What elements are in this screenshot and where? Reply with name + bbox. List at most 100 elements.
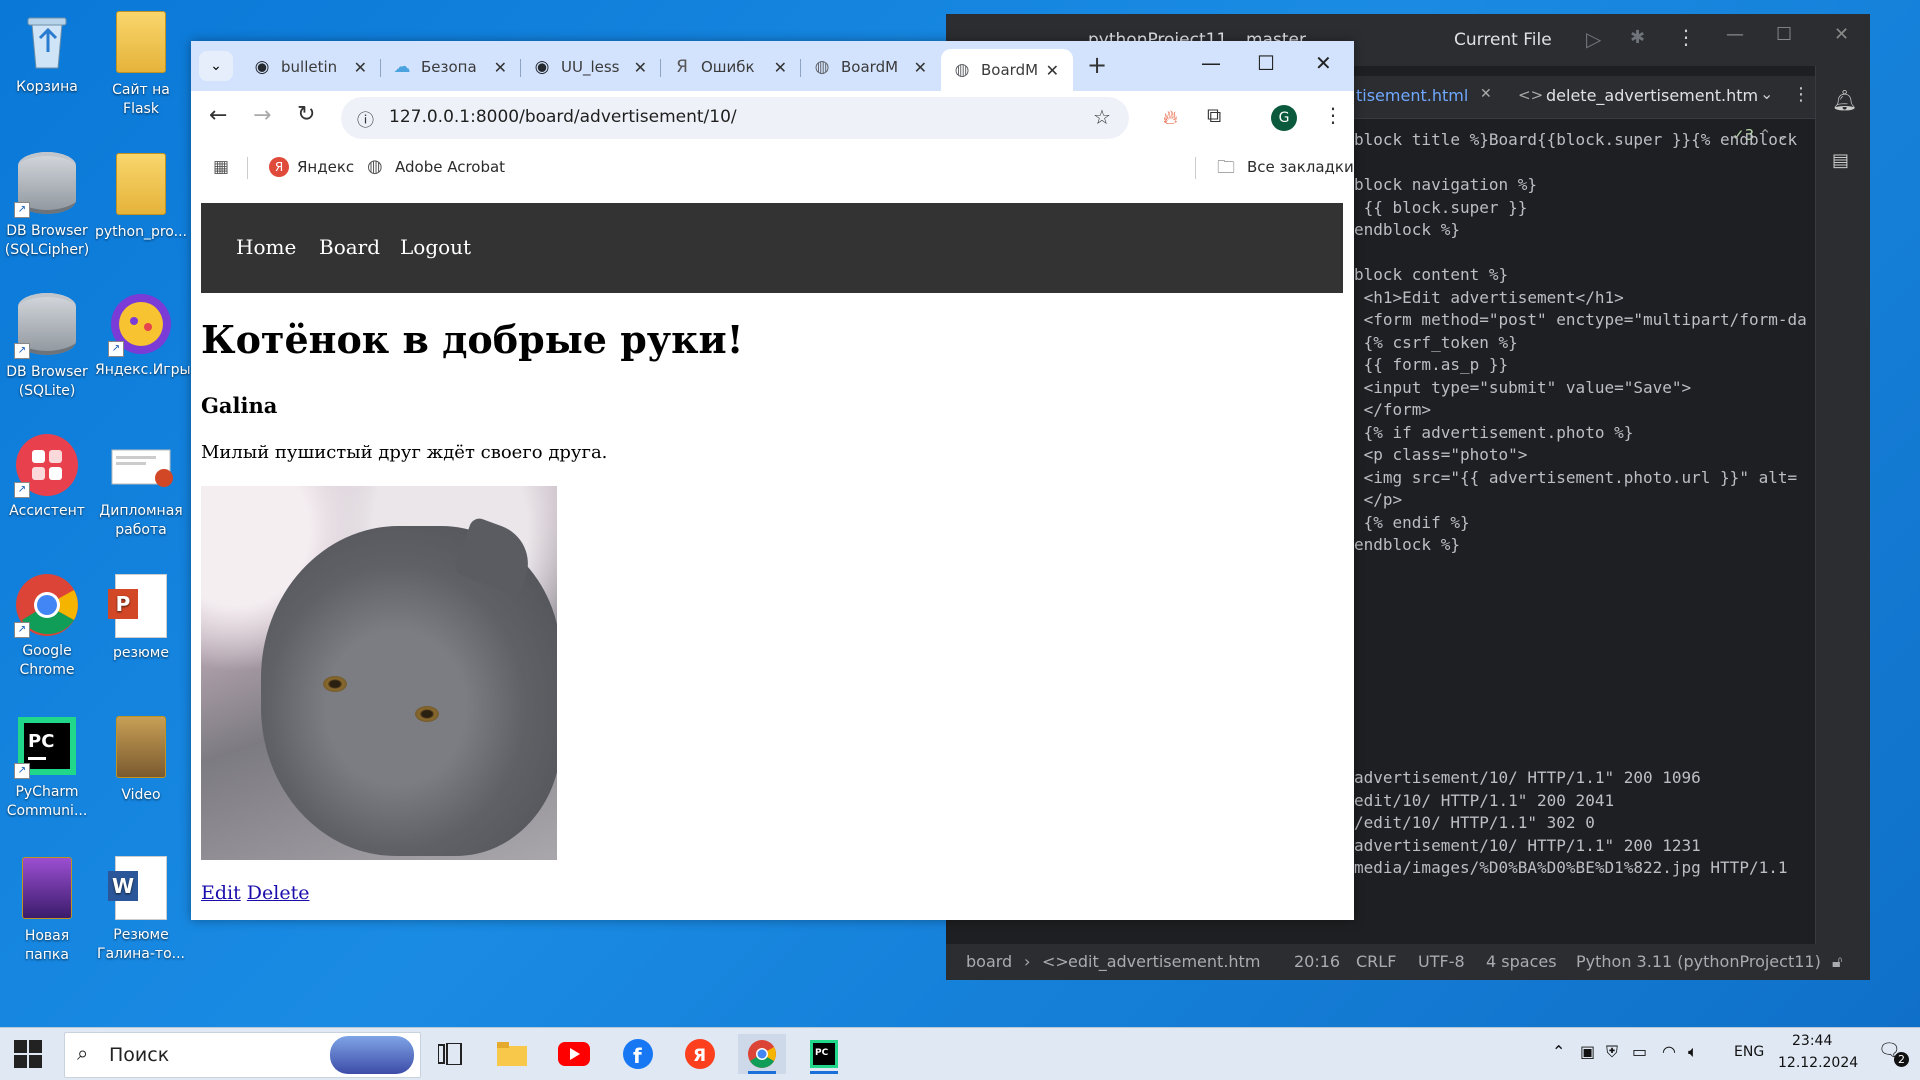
status-interpreter[interactable]: Python 3.11 (pythonProject11) bbox=[1576, 952, 1821, 971]
close-icon[interactable]: ✕ bbox=[494, 58, 507, 77]
tab-search-button[interactable]: ⌄ bbox=[199, 51, 233, 81]
code-line[interactable]: <form method="post" enctype="multipart/f… bbox=[1354, 310, 1807, 329]
yandex-browser-icon[interactable]: Я bbox=[676, 1034, 724, 1074]
close-icon[interactable]: ✕ bbox=[1480, 86, 1492, 102]
pycharm-taskbar-icon[interactable]: PC bbox=[800, 1034, 848, 1074]
debug-icon[interactable]: ✱ bbox=[1630, 27, 1645, 48]
chevron-down-icon[interactable]: ⌄ bbox=[1760, 84, 1773, 103]
nav-board-link[interactable]: Board bbox=[319, 235, 380, 259]
code-line[interactable]: {% if advertisement.photo %} bbox=[1354, 423, 1634, 442]
minimize-icon[interactable]: — bbox=[1201, 51, 1221, 75]
toolbox-icon[interactable]: ▤ bbox=[1832, 150, 1849, 171]
desktop-icon-google-chrome[interactable]: ↗ Google Chrome bbox=[1, 572, 93, 680]
nav-home-link[interactable]: Home bbox=[236, 235, 296, 259]
desktop-icon-recycle-bin[interactable]: Корзина bbox=[1, 8, 93, 97]
desktop-icon-db-browser-sqlite[interactable]: ↗ DB Browser (SQLite) bbox=[1, 291, 93, 401]
all-bookmarks[interactable]: Все закладки bbox=[1247, 158, 1354, 176]
status-encoding[interactable]: UTF-8 bbox=[1418, 952, 1465, 971]
clock-time[interactable]: 23:44 bbox=[1792, 1033, 1832, 1049]
code-line[interactable]: block navigation %} bbox=[1354, 175, 1537, 194]
close-icon[interactable]: ✕ bbox=[1315, 51, 1332, 75]
desktop-icon-new-folder[interactable]: Новая папка bbox=[1, 854, 93, 965]
url-text[interactable]: 127.0.0.1:8000/board/advertisement/10/ bbox=[389, 107, 737, 127]
status-line-separator[interactable]: CRLF bbox=[1356, 952, 1396, 971]
desktop-icon-python-pro[interactable]: python_pro... bbox=[95, 150, 187, 242]
close-icon[interactable]: ✕ bbox=[1046, 61, 1059, 80]
status-breadcrumb-file[interactable]: edit_advertisement.htm bbox=[1068, 952, 1260, 971]
close-icon[interactable]: ✕ bbox=[774, 58, 787, 77]
chrome-menu-icon[interactable]: ⋮ bbox=[1323, 103, 1343, 127]
chrome-taskbar-icon[interactable] bbox=[738, 1034, 786, 1074]
desktop-icon-db-browser-sqlcipher[interactable]: ↗ DB Browser (SQLCipher) bbox=[1, 150, 93, 260]
file-explorer-icon[interactable] bbox=[488, 1034, 536, 1074]
extensions-icon[interactable]: ⧉ bbox=[1207, 103, 1221, 127]
close-icon[interactable]: ✕ bbox=[634, 58, 647, 77]
maximize-icon[interactable]: ☐ bbox=[1257, 51, 1275, 75]
browser-tab[interactable]: ◉ bulletin ✕ bbox=[241, 49, 381, 85]
desktop-icon-video[interactable]: Video bbox=[95, 713, 187, 805]
code-line[interactable]: block content %} bbox=[1354, 265, 1508, 284]
maximize-icon[interactable]: ☐ bbox=[1776, 24, 1792, 45]
facebook-icon[interactable]: f bbox=[614, 1034, 662, 1074]
code-line[interactable]: endblock %} bbox=[1354, 535, 1460, 554]
more-icon[interactable]: ⋮ bbox=[1676, 25, 1696, 49]
security-icon[interactable]: ⛨ bbox=[1606, 1042, 1618, 1062]
clock-date[interactable]: 12.12.2024 bbox=[1778, 1055, 1858, 1071]
address-bar[interactable]: ⓘ 127.0.0.1:8000/board/advertisement/10/… bbox=[341, 97, 1129, 139]
minimize-icon[interactable]: — bbox=[1726, 24, 1744, 45]
task-view-icon[interactable] bbox=[426, 1034, 474, 1074]
desktop-icon-assistant[interactable]: ↗ Ассистент bbox=[1, 432, 93, 521]
ide-run-config[interactable]: Current File bbox=[1454, 30, 1552, 50]
notification-icon[interactable]: 🔔︎ bbox=[1832, 88, 1857, 112]
close-icon[interactable]: ✕ bbox=[1834, 24, 1849, 45]
desktop-icon-resume-pptx[interactable]: P резюме bbox=[95, 572, 187, 663]
bookmark-star-icon[interactable]: ☆ bbox=[1093, 105, 1111, 129]
browser-tab[interactable]: Я Ошибк ✕ bbox=[661, 49, 801, 85]
code-line[interactable]: {{ block.super }} bbox=[1354, 198, 1528, 217]
desktop-icon-resume-docx[interactable]: W Резюме Галина-то... bbox=[95, 854, 187, 964]
run-icon[interactable]: ▷ bbox=[1586, 27, 1601, 51]
volume-icon[interactable]: 🔈︎ bbox=[1688, 1042, 1698, 1062]
desktop-icon-diploma[interactable]: Дипломная работа bbox=[95, 432, 187, 540]
code-line[interactable]: endblock %} bbox=[1354, 220, 1460, 239]
status-indent[interactable]: 4 spaces bbox=[1486, 952, 1557, 971]
ide-tab[interactable]: delete_advertisement.htm bbox=[1546, 86, 1758, 105]
reload-icon[interactable]: ↻ bbox=[297, 102, 315, 127]
device-icon[interactable]: ▣ bbox=[1580, 1042, 1595, 1061]
apps-grid-icon[interactable]: ▦ bbox=[213, 157, 229, 177]
browser-tab[interactable]: ◉ UU_less ✕ bbox=[521, 49, 661, 85]
youtube-icon[interactable] bbox=[550, 1034, 598, 1074]
bookmark-adobe-acrobat[interactable]: Adobe Acrobat bbox=[395, 158, 505, 176]
code-line[interactable]: {% csrf_token %} bbox=[1354, 333, 1518, 352]
browser-tab[interactable]: ◍ BoardM ✕ bbox=[801, 49, 941, 85]
code-line[interactable]: </p> bbox=[1354, 490, 1403, 509]
desktop-icon-yandex-games[interactable]: ↗ Яндекс.Игры bbox=[95, 291, 191, 380]
language-indicator[interactable]: ENG bbox=[1734, 1044, 1764, 1060]
code-line[interactable]: <img src="{{ advertisement.photo.url }}"… bbox=[1354, 468, 1797, 487]
lock-icon[interactable]: 🔓︎ bbox=[1832, 952, 1842, 972]
code-line[interactable]: <p class="photo"> bbox=[1354, 445, 1528, 464]
back-icon[interactable]: ← bbox=[209, 103, 227, 128]
browser-tab[interactable]: ☁ Безопа ✕ bbox=[381, 49, 521, 85]
close-icon[interactable]: ✕ bbox=[354, 58, 367, 77]
code-line[interactable]: <h1>Edit advertisement</h1> bbox=[1354, 288, 1624, 307]
new-tab-button[interactable]: + bbox=[1087, 51, 1107, 79]
ide-tab-active[interactable]: tisement.html bbox=[1356, 86, 1468, 105]
chevron-up-icon[interactable]: ⌃ bbox=[1552, 1042, 1565, 1061]
code-line[interactable]: {{ form.as_p }} bbox=[1354, 355, 1509, 374]
profile-avatar[interactable]: G bbox=[1271, 105, 1297, 131]
more-icon[interactable]: ⋮ bbox=[1792, 84, 1810, 105]
site-info-icon[interactable]: ⓘ bbox=[357, 106, 374, 131]
yandex-extension-icon[interactable]: 🔥︎ bbox=[1163, 105, 1178, 129]
code-line[interactable]: </form> bbox=[1354, 400, 1431, 419]
code-line[interactable]: block title %}Board{{block.super }}{% en… bbox=[1354, 130, 1797, 149]
bookmark-yandex[interactable]: Яндекс bbox=[297, 158, 354, 176]
windows-start-icon[interactable] bbox=[14, 1040, 42, 1068]
battery-icon[interactable]: ▭ bbox=[1632, 1042, 1647, 1061]
browser-tab[interactable]: ◍ BoardM ✕ bbox=[941, 49, 1073, 91]
code-line[interactable]: <input type="submit" value="Save"> bbox=[1354, 378, 1692, 397]
taskbar-search[interactable]: ⌕ Поиск bbox=[64, 1032, 421, 1078]
delete-link[interactable]: Delete bbox=[247, 882, 310, 904]
desktop-icon-flask-site[interactable]: Сайт на Flask bbox=[95, 8, 187, 119]
status-position[interactable]: 20:16 bbox=[1294, 952, 1340, 971]
